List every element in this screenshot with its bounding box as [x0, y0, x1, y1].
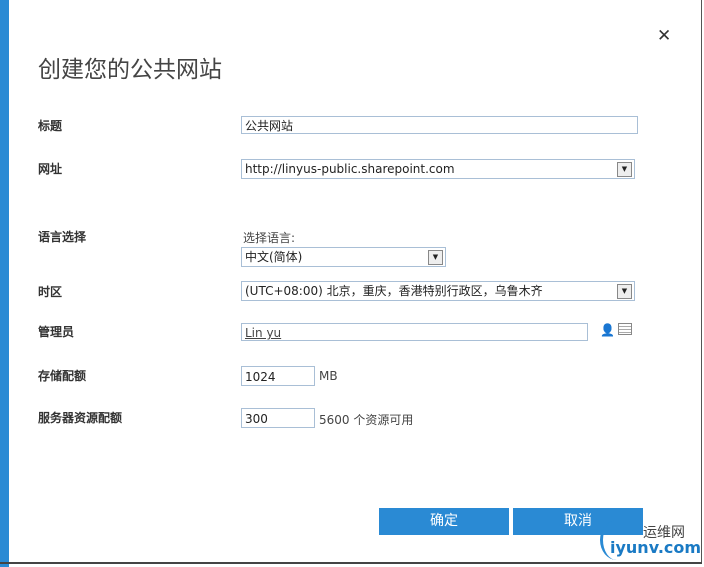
dialog-title: 创建您的公共网站 [38, 57, 222, 83]
resource-input[interactable]: 300 [241, 408, 315, 428]
url-select[interactable]: http://linyus-public.sharepoint.com ▼ [241, 159, 635, 179]
resource-note: 5600 个资源可用 [319, 413, 414, 427]
storage-unit: MB [319, 369, 338, 383]
title-label: 标题 [38, 119, 63, 133]
url-value: http://linyus-public.sharepoint.com [245, 162, 455, 176]
address-book-icon[interactable] [618, 323, 632, 335]
storage-input[interactable]: 1024 [241, 366, 315, 386]
chevron-down-icon[interactable]: ▼ [617, 162, 632, 177]
window-border-bottom [0, 562, 702, 564]
admin-input[interactable]: Lin yu [241, 323, 588, 341]
title-input[interactable]: 公共网站 [241, 116, 638, 134]
chevron-down-icon[interactable]: ▼ [428, 250, 443, 265]
ok-button[interactable]: 确定 [379, 508, 509, 535]
check-names-icon[interactable]: 👤 [600, 323, 615, 337]
close-icon[interactable]: ✕ [657, 26, 671, 46]
language-value: 中文(简体) [245, 250, 303, 264]
language-select[interactable]: 中文(简体) ▼ [241, 247, 446, 267]
window-border [701, 0, 702, 562]
admin-label: 管理员 [38, 325, 75, 339]
timezone-label: 时区 [38, 285, 63, 299]
watermark-url: iyunv.com [610, 538, 702, 557]
language-hint: 选择语言: [243, 231, 296, 245]
resource-label: 服务器资源配额 [38, 411, 123, 425]
language-label: 语言选择 [38, 230, 87, 244]
timezone-value: (UTC+08:00) 北京，重庆，香港特别行政区，乌鲁木齐 [245, 284, 543, 298]
url-label: 网址 [38, 162, 63, 176]
chevron-down-icon[interactable]: ▼ [617, 284, 632, 299]
timezone-select[interactable]: (UTC+08:00) 北京，重庆，香港特别行政区，乌鲁木齐 ▼ [241, 281, 635, 301]
storage-label: 存储配额 [38, 369, 87, 383]
window-accent-strip [0, 0, 9, 567]
